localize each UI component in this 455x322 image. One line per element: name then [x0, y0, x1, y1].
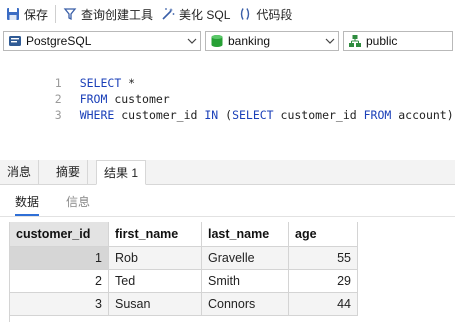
code-line: 1 SELECT * — [0, 59, 135, 90]
table-cell[interactable]: Rob — [108, 246, 202, 270]
sql-text: customer_id — [114, 108, 205, 122]
beautify-sql-button[interactable]: 美化 SQL — [157, 3, 234, 25]
line-number: 3 — [54, 108, 62, 122]
connection-select[interactable]: PostgreSQL — [3, 31, 201, 51]
chevron-down-icon — [322, 38, 338, 44]
subtab-data[interactable]: 数据 — [15, 192, 40, 216]
sql-keyword: IN — [204, 108, 219, 122]
magic-wand-icon — [161, 7, 175, 21]
result-tabs: 消息 摘要 结果 1 — [0, 160, 455, 185]
database-icon — [210, 34, 224, 48]
column-header[interactable]: last_name — [201, 222, 289, 247]
toolbar-divider — [55, 5, 57, 23]
connection-selectors: PostgreSQL banking public — [0, 29, 455, 55]
toolbar: 保存 查询创建工具 美化 SQL 代码段 — [0, 0, 455, 28]
sql-text: account); — [391, 108, 455, 122]
schema-icon — [348, 34, 362, 48]
code-line: 3 WHERE customer_id IN (SELECT customer_i… — [0, 91, 455, 122]
database-select[interactable]: banking — [205, 31, 339, 51]
code-line: 2 FROM customer — [0, 75, 170, 106]
chevron-down-icon — [184, 38, 200, 44]
column-header[interactable]: age — [288, 222, 358, 247]
sql-text: customer_id — [273, 108, 364, 122]
table-cell[interactable]: 3 — [10, 292, 109, 316]
code-snippet-button[interactable]: 代码段 — [234, 3, 296, 25]
code-snippet-label: 代码段 — [256, 7, 293, 22]
save-button[interactable]: 保存 — [2, 3, 52, 25]
schema-value: public — [366, 34, 398, 48]
connection-value: PostgreSQL — [26, 34, 92, 48]
column-header[interactable]: customer_id — [10, 222, 109, 247]
postgresql-icon — [8, 34, 22, 48]
subtab-info[interactable]: 信息 — [66, 192, 90, 214]
result-subtabs: 数据 信息 — [0, 186, 455, 217]
beautify-sql-label: 美化 SQL — [179, 7, 231, 22]
save-label: 保存 — [24, 7, 49, 22]
table-cell[interactable]: Connors — [201, 292, 289, 316]
table-row[interactable]: 3 Susan Connors 44 — [10, 292, 358, 316]
code-snippet-icon — [238, 7, 252, 21]
sql-keyword: SELECT — [232, 108, 274, 122]
sql-keyword: FROM — [363, 108, 392, 122]
sql-text: ( — [218, 108, 233, 122]
table-cell[interactable]: Smith — [201, 269, 289, 293]
header-row: customer_id first_name last_name age — [10, 222, 358, 247]
table-row[interactable]: 2 Ted Smith 29 — [10, 269, 358, 293]
query-builder-icon — [63, 7, 77, 21]
table-cell[interactable]: Gravelle — [201, 246, 289, 270]
table-cell[interactable]: 29 — [288, 269, 358, 293]
query-builder-label: 查询创建工具 — [81, 7, 154, 22]
column-header[interactable]: first_name — [108, 222, 202, 247]
database-value: banking — [228, 34, 271, 48]
table-cell[interactable]: 2 — [10, 269, 109, 293]
table-cell[interactable]: 1 — [10, 246, 109, 270]
table-cell[interactable]: Ted — [108, 269, 202, 293]
sql-editor[interactable]: 1 SELECT * 2 FROM customer 3 WHERE customer… — [0, 56, 455, 158]
result-grid: customer_id first_name last_name age 1 R… — [10, 222, 358, 316]
schema-select[interactable]: public — [343, 31, 453, 51]
query-builder-button[interactable]: 查询创建工具 — [59, 3, 157, 25]
save-icon — [6, 7, 20, 21]
tab-result-1[interactable]: 结果 1 — [96, 160, 147, 185]
sql-keyword: WHERE — [79, 108, 115, 122]
table-cell[interactable]: 55 — [288, 246, 358, 270]
tab-summary[interactable]: 摘要 — [49, 160, 89, 184]
table-cell[interactable]: 44 — [288, 292, 358, 316]
tab-messages[interactable]: 消息 — [0, 160, 40, 184]
table-cell[interactable]: Susan — [108, 292, 202, 316]
row-header-strip — [0, 222, 10, 322]
table-row[interactable]: 1 Rob Gravelle 55 — [10, 246, 358, 270]
